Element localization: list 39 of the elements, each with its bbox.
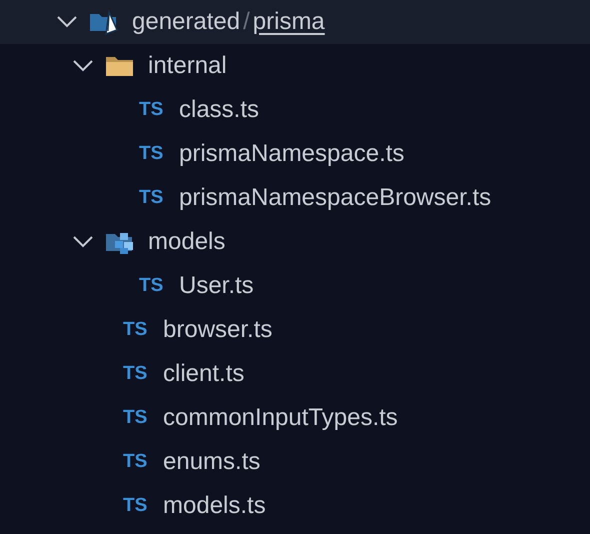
folder-row[interactable]: internal <box>0 44 590 88</box>
file-row[interactable]: TS enums.ts <box>0 440 590 484</box>
typescript-icon: TS <box>139 275 179 297</box>
file-row[interactable]: TS User.ts <box>0 264 590 308</box>
typescript-icon: TS <box>123 495 163 517</box>
file-name: class.ts <box>179 96 260 124</box>
file-name: prismaNamespaceBrowser.ts <box>179 184 492 212</box>
typescript-icon: TS <box>123 407 163 429</box>
folder-row[interactable]: generated/prisma <box>0 0 590 44</box>
file-name: internal <box>148 52 227 80</box>
typescript-icon: TS <box>123 319 163 341</box>
folder-triangle-icon <box>89 9 119 35</box>
typescript-icon: TS <box>123 363 163 385</box>
file-row[interactable]: TS client.ts <box>0 352 590 396</box>
file-name: client.ts <box>163 360 244 388</box>
chevron-down-icon[interactable] <box>73 60 93 72</box>
file-row[interactable]: TS prismaNamespace.ts <box>0 132 590 176</box>
file-row[interactable]: TS class.ts <box>0 88 590 132</box>
typescript-icon: TS <box>139 143 179 165</box>
file-name: generated <box>132 8 240 36</box>
file-row[interactable]: TS commonInputTypes.ts <box>0 396 590 440</box>
file-name: commonInputTypes.ts <box>163 404 398 432</box>
file-name: browser.ts <box>163 316 272 344</box>
file-row[interactable]: TS browser.ts <box>0 308 590 352</box>
file-name: User.ts <box>179 272 254 300</box>
file-row[interactable]: TS models.ts <box>0 484 590 528</box>
typescript-icon: TS <box>123 451 163 473</box>
folder-row[interactable]: models <box>0 220 590 264</box>
chevron-down-icon[interactable] <box>57 16 77 28</box>
chevron-down-icon[interactable] <box>73 236 93 248</box>
file-name: models <box>148 228 226 256</box>
path-separator: / <box>243 8 250 36</box>
typescript-icon: TS <box>139 99 179 121</box>
typescript-icon: TS <box>139 187 179 209</box>
file-row[interactable]: TS prismaNamespaceBrowser.ts <box>0 176 590 220</box>
file-name: models.ts <box>163 492 266 520</box>
file-name: enums.ts <box>163 448 260 476</box>
file-name: prismaNamespace.ts <box>179 140 404 168</box>
folder-name-link[interactable]: prisma <box>252 8 325 36</box>
